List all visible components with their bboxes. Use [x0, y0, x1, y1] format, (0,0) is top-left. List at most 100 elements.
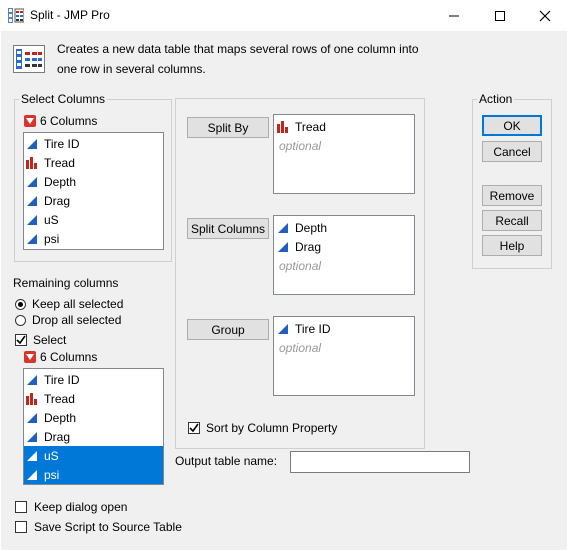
list-item-label: Tire ID	[295, 321, 331, 336]
continuous-icon	[27, 195, 37, 206]
select-columns-count-label: 6 Columns	[40, 114, 98, 128]
continuous-icon	[27, 431, 37, 442]
list-item[interactable]: Drag	[277, 237, 414, 256]
checkmark-icon	[189, 423, 199, 433]
keep-all-label: Keep all selected	[32, 297, 124, 311]
list-item-selected[interactable]: uS	[24, 446, 163, 465]
remaining-columns-list[interactable]: Tire ID Tread Depth Drag uS psi	[23, 368, 164, 485]
optional-hint: optional	[279, 259, 322, 273]
help-button[interactable]: Help	[482, 235, 542, 256]
sort-by-column-property-row[interactable]: Sort by Column Property	[188, 421, 337, 435]
list-item-label: Drag	[295, 239, 322, 254]
list-item-label: Drag	[44, 193, 71, 208]
list-item-label: psi	[44, 231, 60, 246]
select-columns-count[interactable]: 6 Columns	[24, 114, 97, 128]
save-script-row[interactable]: Save Script to Source Table	[15, 520, 182, 534]
maximize-icon	[495, 10, 505, 21]
list-item[interactable]: Tire ID	[24, 370, 163, 389]
red-triangle-menu-icon[interactable]	[24, 351, 36, 363]
list-item[interactable]: Drag	[24, 191, 163, 210]
optional-hint: optional	[279, 341, 322, 355]
recall-button[interactable]: Recall	[482, 210, 542, 231]
list-item[interactable]: uS	[24, 210, 163, 229]
remaining-columns-count[interactable]: 6 Columns	[24, 350, 97, 364]
red-triangle-menu-icon[interactable]	[24, 115, 36, 127]
description-line-2: one row in several columns.	[57, 62, 206, 76]
split-columns-button[interactable]: Split Columns	[187, 218, 269, 239]
list-item-label: Tread	[44, 391, 75, 406]
list-item[interactable]: Depth	[277, 218, 414, 237]
keep-dialog-open-label: Keep dialog open	[34, 500, 128, 514]
sort-by-column-property-label: Sort by Column Property	[206, 421, 338, 435]
keep-dialog-open-checkbox[interactable]	[15, 501, 27, 513]
keep-all-selected-option[interactable]: Keep all selected	[15, 297, 123, 311]
split-table-icon	[13, 45, 45, 73]
nominal-bar-icon	[277, 120, 288, 133]
nominal-bar-icon	[26, 156, 37, 169]
list-item-label: Depth	[44, 410, 77, 425]
list-item-label: Drag	[44, 429, 71, 444]
drop-all-selected-option[interactable]: Drop all selected	[15, 313, 121, 327]
list-item-label: Tread	[295, 119, 326, 134]
output-table-name-label: Output table name:	[175, 454, 278, 468]
list-item[interactable]: Depth	[24, 408, 163, 427]
remove-button[interactable]: Remove	[482, 185, 542, 206]
nominal-bar-icon	[26, 392, 37, 405]
split-columns-list[interactable]: Depth Drag optional	[273, 215, 415, 295]
list-item[interactable]: Tire ID	[24, 134, 163, 153]
list-item-label: Tire ID	[44, 372, 80, 387]
keep-dialog-open-row[interactable]: Keep dialog open	[15, 500, 127, 514]
group-button[interactable]: Group	[187, 319, 269, 340]
select-columns-title: Select Columns	[19, 92, 108, 106]
minimize-button[interactable]	[431, 0, 477, 31]
window-title: Split - JMP Pro	[30, 8, 110, 22]
remaining-columns-label: Remaining columns	[13, 276, 119, 290]
select-checkbox[interactable]	[15, 334, 27, 346]
list-item-label: Depth	[44, 174, 77, 189]
app-icon	[8, 8, 25, 26]
continuous-icon	[27, 374, 37, 385]
output-table-name-input[interactable]	[290, 451, 470, 473]
optional-hint: optional	[279, 139, 322, 153]
list-item-label: Tire ID	[44, 136, 80, 151]
continuous-icon	[278, 323, 288, 334]
list-item[interactable]: Tread	[277, 117, 414, 136]
continuous-icon	[27, 138, 37, 149]
list-item-label: psi	[44, 467, 60, 482]
close-icon	[539, 10, 551, 21]
checkmark-icon	[16, 335, 26, 345]
list-item[interactable]: Drag	[24, 427, 163, 446]
cancel-button[interactable]: Cancel	[482, 141, 542, 162]
description-line-1: Creates a new data table that maps sever…	[57, 42, 419, 56]
list-item[interactable]: Depth	[24, 172, 163, 191]
maximize-button[interactable]	[477, 0, 523, 31]
list-item[interactable]: Tread	[24, 153, 163, 172]
list-item[interactable]: Tread	[24, 389, 163, 408]
save-script-checkbox[interactable]	[15, 521, 27, 533]
list-item-label: Tread	[44, 155, 75, 170]
title-bar: Split - JMP Pro	[0, 0, 569, 31]
select-columns-list[interactable]: Tire ID Tread Depth Drag uS psi	[23, 132, 164, 250]
continuous-icon	[278, 241, 288, 252]
split-by-list[interactable]: Tread optional	[273, 114, 415, 194]
list-item-label: uS	[44, 212, 59, 227]
list-item-label: Depth	[295, 220, 328, 235]
drop-all-label: Drop all selected	[32, 313, 122, 327]
sort-by-column-property-checkbox[interactable]	[188, 422, 200, 434]
drop-all-radio[interactable]	[15, 314, 26, 326]
continuous-icon	[27, 450, 37, 461]
save-script-label: Save Script to Source Table	[34, 520, 182, 534]
list-item-selected[interactable]: psi	[24, 465, 163, 484]
select-checkbox-row[interactable]: Select	[15, 333, 66, 347]
keep-all-radio[interactable]	[15, 298, 26, 310]
continuous-icon	[278, 222, 288, 233]
split-by-button[interactable]: Split By	[187, 117, 269, 138]
list-item[interactable]: psi	[24, 229, 163, 248]
action-group-title: Action	[477, 92, 515, 106]
list-item-label: uS	[44, 448, 59, 463]
close-button[interactable]	[522, 0, 568, 31]
ok-button[interactable]: OK	[482, 115, 542, 136]
list-item[interactable]: Tire ID	[277, 319, 414, 338]
group-list[interactable]: Tire ID optional	[273, 316, 415, 396]
continuous-icon	[27, 412, 37, 423]
